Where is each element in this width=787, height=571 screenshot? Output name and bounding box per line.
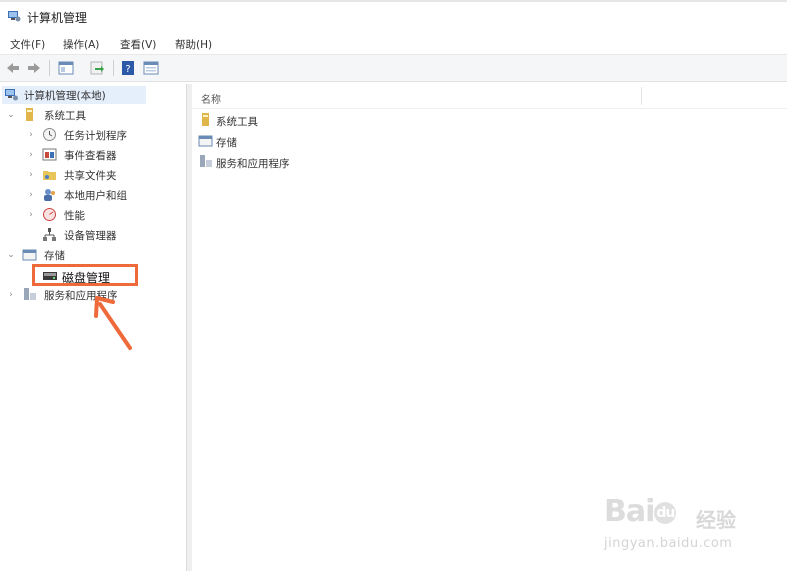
- chevron-right-icon[interactable]: ›: [26, 189, 36, 201]
- tree-item-label: 系统工具: [44, 110, 86, 122]
- tree-item-label: 事件查看器: [64, 150, 117, 162]
- watermark-brand: Bai du: [604, 494, 677, 529]
- tree-item-label: 存储: [44, 250, 65, 262]
- menu-view[interactable]: 查看(V): [118, 37, 158, 52]
- menu-file[interactable]: 文件(F): [8, 37, 47, 52]
- tree-root[interactable]: 计算机管理(本地): [2, 86, 146, 104]
- event-viewer-icon: [42, 148, 57, 161]
- tree-item-label: 任务计划程序: [64, 130, 127, 142]
- services-icon: [24, 288, 36, 300]
- column-header-name[interactable]: 名称: [192, 84, 787, 109]
- storage-icon: [22, 249, 37, 261]
- system-tools-icon: [202, 113, 209, 126]
- computer-management-icon: [8, 11, 21, 22]
- users-icon: [44, 189, 55, 201]
- watermark-url: jingyan.baidu.com: [604, 536, 733, 551]
- computer-management-icon: [5, 89, 18, 101]
- tree-item-shared-folders[interactable]: › 共享文件夹: [24, 166, 174, 184]
- tree-item-storage[interactable]: ⌄ 存储: [4, 246, 154, 264]
- clock-icon: [43, 128, 56, 141]
- svg-text:?: ?: [125, 64, 130, 75]
- system-tools-icon: [26, 108, 33, 121]
- column-header-label: 名称: [201, 95, 221, 106]
- tree-item-disk-management[interactable]: 磁盘管理: [32, 264, 138, 286]
- chevron-right-icon[interactable]: ›: [6, 289, 16, 301]
- storage-icon: [198, 135, 213, 147]
- shared-folder-icon: [43, 171, 56, 180]
- performance-icon: [43, 208, 56, 221]
- tree-item-event-viewer[interactable]: › 事件查看器: [24, 146, 174, 164]
- chevron-down-icon[interactable]: ⌄: [6, 109, 16, 121]
- annotation-arrow-icon: [94, 296, 132, 350]
- list-item-label: 服务和应用程序: [216, 158, 290, 170]
- tree-item-label: 性能: [64, 210, 85, 222]
- toolbar-separator: [113, 60, 114, 76]
- menu-help[interactable]: 帮助(H): [173, 37, 214, 52]
- list-item-label: 系统工具: [216, 116, 258, 128]
- watermark-cn: 经验: [696, 508, 736, 532]
- tree-item-label: 设备管理器: [64, 230, 117, 242]
- list-item-services[interactable]: 服务和应用程序: [198, 152, 398, 172]
- console-tree-icon[interactable]: [58, 60, 74, 76]
- title-bar: 计算机管理: [0, 0, 787, 30]
- column-divider[interactable]: [641, 87, 642, 105]
- export-icon[interactable]: [89, 60, 105, 76]
- toolbar-separator: [49, 60, 50, 76]
- tree-item-task-scheduler[interactable]: › 任务计划程序: [24, 126, 174, 144]
- back-arrow-icon[interactable]: [5, 60, 21, 76]
- chevron-right-icon[interactable]: ›: [26, 169, 36, 181]
- tree-item-label: 本地用户和组: [64, 190, 127, 202]
- menu-action[interactable]: 操作(A): [61, 37, 101, 52]
- tree-item-system-tools[interactable]: ⌄ 系统工具: [4, 106, 154, 124]
- help-icon[interactable]: ?: [120, 60, 136, 76]
- chevron-right-icon[interactable]: ›: [26, 209, 36, 221]
- tree-item-device-manager[interactable]: 设备管理器: [24, 226, 174, 244]
- chevron-right-icon[interactable]: ›: [26, 129, 36, 141]
- toolbar: ?: [0, 54, 787, 82]
- tree-item-local-users[interactable]: › 本地用户和组: [24, 186, 174, 204]
- device-manager-icon: [43, 228, 56, 241]
- chevron-right-icon[interactable]: ›: [26, 149, 36, 161]
- properties-icon[interactable]: [143, 60, 159, 76]
- disk-drive-icon: [43, 272, 57, 280]
- tree-item-performance[interactable]: › 性能: [24, 206, 174, 224]
- menu-bar: 文件(F) 操作(A) 查看(V) 帮助(H): [0, 32, 787, 54]
- tree-item-label: 共享文件夹: [64, 170, 117, 182]
- baidu-watermark: Bai du 经验 jingyan.baidu.com: [600, 484, 760, 564]
- tree-item-label: 磁盘管理: [62, 271, 111, 285]
- tree-root-label: 计算机管理(本地): [24, 90, 106, 102]
- list-item-label: 存储: [216, 137, 237, 149]
- list-item-system-tools[interactable]: 系统工具: [198, 110, 398, 130]
- services-icon: [200, 155, 212, 167]
- forward-arrow-icon[interactable]: [26, 60, 42, 76]
- list-item-storage[interactable]: 存储: [198, 131, 398, 151]
- window-title: 计算机管理: [27, 11, 88, 25]
- chevron-down-icon[interactable]: ⌄: [6, 249, 16, 261]
